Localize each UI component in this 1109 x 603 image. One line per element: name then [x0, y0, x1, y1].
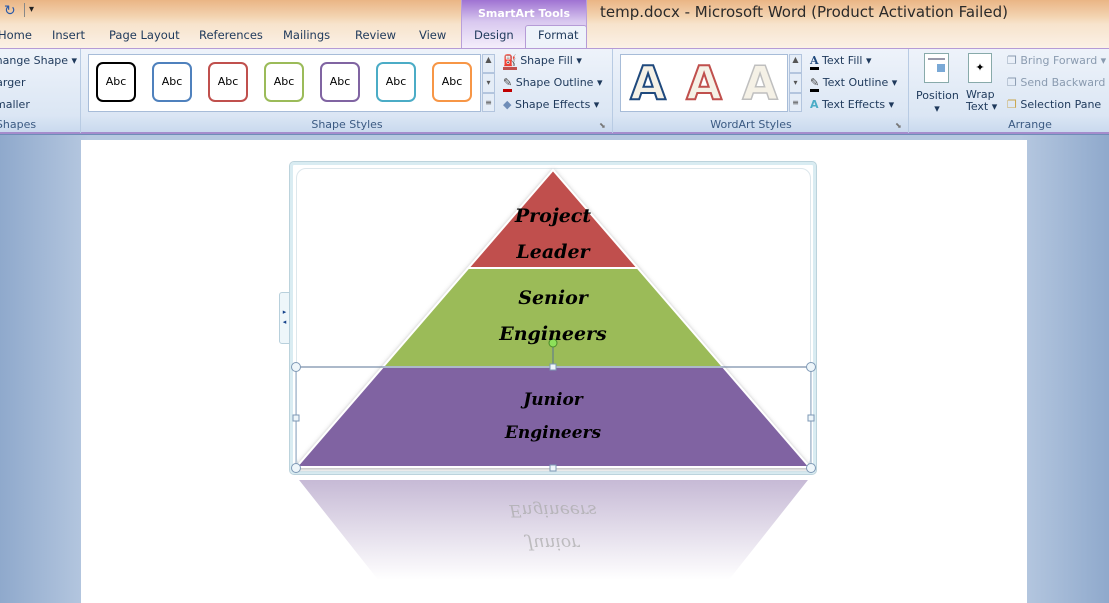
reflection-text: Engineers [509, 500, 597, 520]
reflection-text: Junior [526, 533, 580, 553]
resize-handle-side [292, 414, 300, 422]
resize-handle-corner [806, 463, 816, 473]
level-1-line-1[interactable]: Project [453, 205, 653, 227]
level-2-line-2[interactable]: Engineers [453, 323, 653, 345]
level-2-line-1[interactable]: Senior [453, 287, 653, 309]
level-3-line-1[interactable]: Junior [453, 390, 653, 410]
resize-handle-corner [806, 362, 816, 372]
resize-handle-corner [291, 362, 301, 372]
resize-handle-corner [291, 463, 301, 473]
resize-handle-side [549, 363, 557, 371]
resize-handle-side [549, 464, 557, 472]
resize-handle-side [807, 414, 815, 422]
level-1-line-2[interactable]: Leader [453, 241, 653, 263]
pyramid-level-3[interactable] [294, 366, 812, 468]
pyramid-reflection [294, 478, 813, 581]
level-3-line-2[interactable]: Engineers [453, 423, 653, 443]
